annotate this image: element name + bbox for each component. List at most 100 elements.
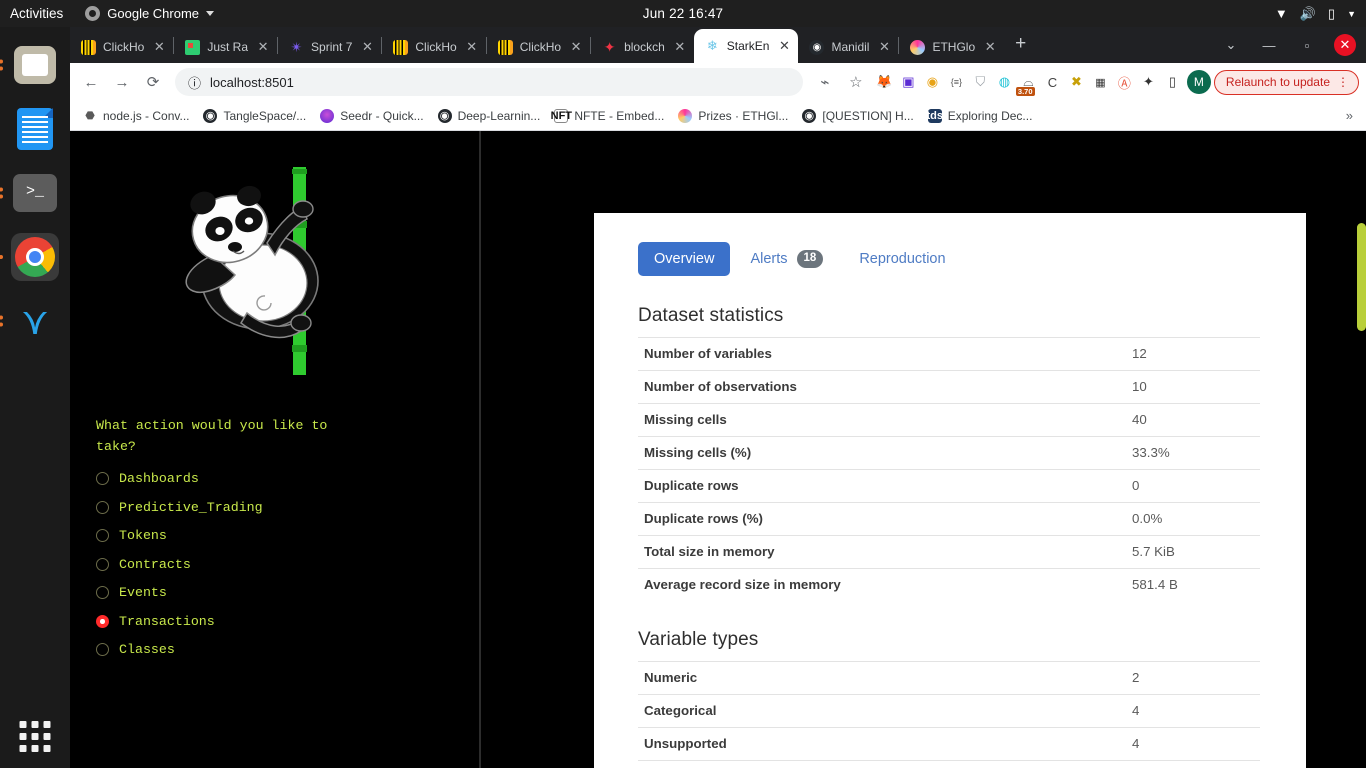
radio-option-contracts[interactable]: Contracts	[96, 552, 453, 578]
tab-close-icon[interactable]: ✕	[359, 39, 375, 55]
bookmark-item[interactable]: ◉ [QUESTION] H...	[796, 106, 919, 126]
tab-close-icon[interactable]: ✕	[568, 39, 584, 55]
browser-tab-4[interactable]: ClickHo ✕	[382, 31, 485, 63]
close-window-button[interactable]: ✕	[1334, 34, 1356, 56]
action-radio-group[interactable]: Dashboards Predictive_Trading Tokens Con…	[96, 466, 453, 663]
shield-icon[interactable]: ⛉	[969, 71, 992, 94]
chrome-icon	[85, 6, 101, 21]
sidebar-question-label: What action would you like to take?	[96, 418, 328, 454]
browser-tab-9[interactable]: ETHGlo ✕	[899, 31, 1004, 63]
dock-item-terminal[interactable]: >_	[0, 169, 59, 217]
bookmark-item[interactable]: NFT NFTE - Embed...	[548, 106, 670, 126]
radio-option-classes[interactable]: Classes	[96, 637, 453, 663]
radio-circle-icon[interactable]	[96, 614, 109, 628]
star-icon[interactable]: ☆	[842, 68, 870, 96]
avatar[interactable]: M	[1186, 70, 1211, 94]
dataset-statistics-title: Dataset statistics	[638, 304, 784, 326]
minimize-window-button[interactable]: —	[1252, 30, 1286, 60]
bookmark-item[interactable]: ◉ TangleSpace/...	[197, 106, 312, 126]
qr-code-icon[interactable]: ▦	[1089, 71, 1112, 94]
radio-option-dashboards[interactable]: Dashboards	[96, 466, 453, 492]
streamlit-icon: ❄	[706, 38, 718, 53]
volume-icon[interactable]: 🔊	[1300, 6, 1316, 22]
radio-circle-icon[interactable]	[96, 500, 109, 514]
tab-close-icon[interactable]: ✕	[672, 39, 688, 55]
browser-tab-7-active[interactable]: ❄ StarkEn ✕	[693, 29, 799, 63]
browser-tab-5[interactable]: ClickHo ✕	[487, 31, 590, 63]
bookmarks-bar: ⬣ node.js - Conv... ◉ TangleSpace/... Se…	[70, 101, 1366, 131]
tab-close-icon[interactable]: ✕	[982, 39, 998, 55]
browser-tab-6[interactable]: ✦ blockch ✕	[591, 31, 694, 63]
tab-close-icon[interactable]: ✕	[776, 38, 792, 54]
running-indicator	[0, 315, 3, 327]
tab-alerts[interactable]: Alerts 18	[734, 241, 839, 277]
relaunch-to-update-button[interactable]: Relaunch to update ⋮	[1213, 69, 1359, 95]
maximize-window-button[interactable]: ▫	[1290, 30, 1324, 60]
phantom-wallet-icon[interactable]: ▣	[897, 71, 920, 94]
bug-icon[interactable]: ✖	[1065, 71, 1088, 94]
blockchain-icon: ✦	[603, 38, 616, 55]
radio-circle-icon[interactable]	[96, 529, 109, 543]
tab-close-icon[interactable]: ✕	[255, 39, 271, 55]
radio-option-events[interactable]: Events	[96, 580, 453, 606]
bookmark-item[interactable]: Seedr - Quick...	[314, 106, 429, 126]
radio-circle-icon[interactable]	[96, 643, 109, 657]
radio-circle-icon[interactable]	[96, 586, 109, 600]
kebab-menu-icon[interactable]: ⋮	[1337, 75, 1349, 89]
show-applications-button[interactable]	[19, 721, 51, 752]
radio-option-transactions[interactable]: Transactions	[96, 609, 453, 635]
bookmarks-overflow-icon[interactable]: »	[1340, 108, 1359, 123]
browser-tab-1[interactable]: ClickHo ✕	[70, 31, 173, 63]
bookmark-item[interactable]: Prizes · ETHGl...	[672, 106, 794, 126]
tab-overview[interactable]: Overview	[638, 241, 731, 276]
bookmark-item[interactable]: ◉ Deep-Learnin...	[432, 106, 547, 126]
colorpick-icon[interactable]: C	[1041, 71, 1064, 94]
type-key: Numeric	[638, 660, 1126, 695]
speed-meter-icon[interactable]: ⌓ 3.70	[1015, 71, 1040, 96]
radio-option-tokens[interactable]: Tokens	[96, 523, 453, 549]
browser-tab-3[interactable]: ✴ Sprint 7 ✕	[278, 31, 381, 63]
web3-icon[interactable]: ◍	[993, 71, 1016, 94]
dock-item-google-chrome[interactable]	[0, 233, 59, 281]
side-panel-icon[interactable]: ▯	[1161, 71, 1184, 94]
system-menu-chevron-icon[interactable]: ▼	[1347, 9, 1356, 19]
nfte-icon: NFT	[550, 108, 573, 123]
new-tab-button[interactable]: +	[1004, 33, 1037, 58]
share-icon[interactable]: ⌁	[811, 68, 839, 96]
address-bar[interactable]: ⓘ localhost:8501	[175, 68, 803, 96]
pinterest-icon[interactable]: ◉	[921, 71, 944, 94]
tab-close-icon[interactable]: ✕	[464, 39, 480, 55]
activities-button[interactable]: Activities	[10, 6, 63, 21]
bookmark-item[interactable]: tds Exploring Dec...	[922, 106, 1039, 126]
stat-value: 10	[1126, 369, 1260, 404]
tab-reproduction[interactable]: Reproduction	[843, 242, 961, 276]
metamask-icon[interactable]: 🦊	[873, 71, 896, 94]
site-info-icon[interactable]: ⓘ	[188, 73, 201, 92]
back-icon[interactable]: ←	[77, 68, 105, 96]
tab-close-icon[interactable]: ✕	[876, 39, 892, 55]
tab-label: Alerts	[750, 250, 788, 267]
tab-search-button[interactable]: ⌄	[1214, 30, 1248, 60]
puzzle-icon[interactable]: ✦	[1137, 71, 1160, 94]
clock[interactable]: Jun 22 16:47	[643, 6, 723, 21]
tab-close-icon[interactable]: ✕	[151, 39, 167, 55]
browser-tab-8[interactable]: ◉ Manidil ✕	[798, 31, 898, 63]
radio-circle-icon[interactable]	[96, 557, 109, 571]
radio-option-predictive-trading[interactable]: Predictive_Trading	[96, 495, 453, 521]
dock-item-vscode[interactable]: ⋎	[0, 297, 59, 345]
adblock-icon[interactable]: Ⓐ	[1113, 71, 1136, 94]
json-viewer-icon[interactable]: {≡}	[945, 71, 968, 94]
forward-icon[interactable]: →	[108, 68, 136, 96]
radio-circle-icon[interactable]	[96, 472, 109, 486]
battery-icon[interactable]: ▯	[1328, 6, 1335, 22]
dock-item-files[interactable]	[0, 41, 59, 89]
reload-icon[interactable]: ⟳	[139, 68, 167, 96]
radio-label: Tokens	[119, 528, 167, 544]
tab-title: StarkEn	[726, 39, 770, 53]
wifi-icon[interactable]: ▼	[1275, 6, 1288, 21]
browser-tab-2[interactable]: Just Ra ✕	[174, 31, 277, 63]
app-menu-button[interactable]: Google Chrome	[85, 6, 215, 21]
bookmark-item[interactable]: ⬣ node.js - Conv...	[77, 106, 195, 126]
dock-item-libreoffice-writer[interactable]	[11, 105, 59, 153]
page-scrollbar[interactable]	[1357, 223, 1366, 331]
